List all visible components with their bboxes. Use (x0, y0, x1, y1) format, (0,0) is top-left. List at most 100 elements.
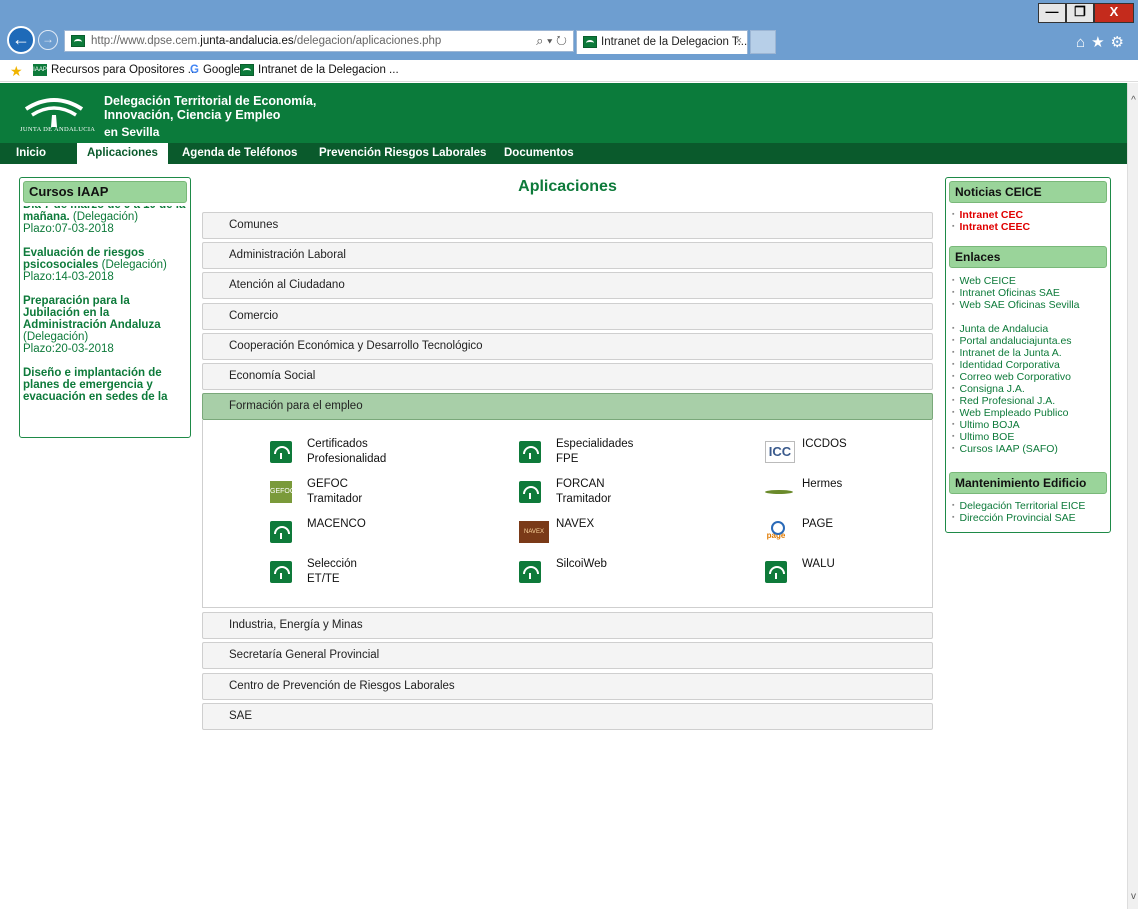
enlace-link[interactable]: Intranet Oficinas SAE (952, 287, 1108, 299)
app-seleccion[interactable]: Selección ET/TE (270, 557, 490, 593)
junta-icon (519, 481, 541, 503)
forward-arrow-icon[interactable]: → (38, 30, 58, 50)
app-navex[interactable]: NAVEX NAVEX (519, 517, 739, 553)
site-favicon-icon (71, 35, 85, 47)
google-icon: G (190, 64, 199, 76)
enlaces-list-1: Web CEICE Intranet Oficinas SAE Web SAE … (952, 275, 1108, 311)
course-list: Día 7 de marzo de 9 a 10 de la mañana. (… (23, 206, 187, 437)
tab-close-icon[interactable]: × (736, 35, 742, 47)
enlace-link[interactable]: Web Empleado Publico (952, 407, 1108, 419)
enlaces-list-2: Junta de Andalucia Portal andaluciajunta… (952, 323, 1108, 455)
favorites-star-icon[interactable]: ★ (10, 63, 23, 80)
tab-favicon-icon (583, 36, 597, 48)
favorites-bar: ★ IAAP Recursos para Opositores ... G Goog… (0, 60, 1138, 82)
enlace-link[interactable]: Consigna J.A. (952, 383, 1108, 395)
minimize-button[interactable]: — (1038, 3, 1066, 23)
cursos-panel: Cursos IAAP Día 7 de marzo de 9 a 10 de … (19, 177, 191, 438)
junta-icon (270, 441, 292, 463)
junta-icon (240, 64, 254, 76)
cursos-title: Cursos IAAP (23, 181, 187, 203)
junta-icon (270, 521, 292, 543)
home-star-gear-icons[interactable]: ⌂★⚙ (1076, 33, 1130, 51)
address-url[interactable]: http://www.dpse.cem.junta-andalucia.es/d… (91, 35, 441, 47)
junta-icon (519, 441, 541, 463)
close-window-button[interactable]: X (1094, 3, 1134, 23)
section-economia-social[interactable]: Economía Social (202, 363, 933, 390)
formacion-apps-panel: Certificados Profesionalidad Especialidad… (202, 420, 933, 608)
noticia-link[interactable]: Intranet CEEC (952, 221, 1108, 233)
site-title: Delegación Territorial de Economía, Inno… (104, 94, 317, 122)
section-secretaria[interactable]: Secretaría General Provincial (202, 642, 933, 669)
enlace-link[interactable]: Cursos IAAP (SAFO) (952, 443, 1108, 455)
section-comercio[interactable]: Comercio (202, 303, 933, 330)
enlace-link[interactable]: Red Profesional J.A. (952, 395, 1108, 407)
right-sidebar: Noticias CEICE Intranet CEC Intranet CEE… (945, 177, 1111, 533)
junta-icon (519, 561, 541, 583)
nav-aplicaciones[interactable]: Aplicaciones (77, 143, 168, 164)
favorite-link-recursos[interactable]: IAAP Recursos para Opositores ... (33, 64, 197, 76)
tab-title: Intranet de la Delegacion T... (601, 36, 748, 48)
enlaces-title: Enlaces (949, 246, 1107, 268)
course-item[interactable]: Diseño e implantación de planes de emerg… (23, 367, 187, 403)
icc-icon: ICC (765, 441, 795, 463)
section-sae[interactable]: SAE (202, 703, 933, 730)
app-walu[interactable]: WALU (765, 557, 985, 593)
mantenimiento-title: Mantenimiento Edificio (949, 472, 1107, 494)
junta-icon (270, 561, 292, 583)
app-especialidades[interactable]: Especialidades FPE (519, 437, 739, 473)
window-controls: — ❐ X (1038, 3, 1134, 23)
site-header: JUNTA DE ANDALUCIA Delegación Territoria… (0, 83, 1127, 143)
section-comunes[interactable]: Comunes (202, 212, 933, 239)
app-forcan[interactable]: FORCAN Tramitador (519, 477, 739, 513)
scroll-up-icon[interactable]: ^ (1128, 95, 1138, 106)
site-subtitle: en Sevilla (104, 125, 160, 139)
mantenimiento-link[interactable]: Dirección Provincial SAE (952, 512, 1108, 524)
enlace-link[interactable]: Web CEICE (952, 275, 1108, 287)
main-nav: Inicio Aplicaciones Agenda de Teléfonos … (0, 143, 1127, 164)
navex-icon: NAVEX (519, 521, 549, 543)
nav-prevencion[interactable]: Prevención Riesgos Laborales (309, 143, 496, 164)
page-title: Aplicaciones (518, 178, 617, 195)
address-bar[interactable]: http://www.dpse.cem.junta-andalucia.es/d… (64, 30, 574, 52)
new-tab-button[interactable] (750, 30, 776, 54)
app-silcoiweb[interactable]: SilcoiWeb (519, 557, 739, 593)
section-cooperacion[interactable]: Cooperación Económica y Desarrollo Tecno… (202, 333, 933, 360)
favorite-link-google[interactable]: G Google (190, 64, 240, 76)
enlace-link[interactable]: Web SAE Oficinas Sevilla (952, 299, 1108, 311)
course-item[interactable]: Día 7 de marzo de 9 a 10 de la mañana. (… (23, 206, 187, 235)
enlace-link[interactable]: Intranet de la Junta A. (952, 347, 1108, 359)
restore-button[interactable]: ❐ (1066, 3, 1094, 23)
gefoc-icon: GEFOC (270, 481, 295, 503)
nav-documentos[interactable]: Documentos (494, 143, 584, 164)
mantenimiento-link[interactable]: Delegación Territorial EICE (952, 500, 1108, 512)
course-item[interactable]: Preparación para la Jubilación en la Adm… (23, 295, 187, 355)
enlace-link[interactable]: Ultimo BOJA (952, 419, 1108, 431)
browser-tab[interactable]: Intranet de la Delegacion T... × (576, 30, 748, 54)
search-refresh-icon[interactable]: ⌕ ▾ ↻ (536, 33, 567, 49)
section-administracion-laboral[interactable]: Administración Laboral (202, 242, 933, 269)
logo-caption: JUNTA DE ANDALUCIA (20, 126, 96, 133)
noticia-link[interactable]: Intranet CEC (952, 209, 1108, 221)
junta-icon (765, 561, 787, 583)
nav-agenda[interactable]: Agenda de Teléfonos (172, 143, 307, 164)
back-arrow-icon[interactable]: ← (7, 26, 35, 54)
enlace-link[interactable]: Identidad Corporativa (952, 359, 1108, 371)
course-item[interactable]: Evaluación de riesgos psicosociales (Del… (23, 247, 187, 283)
section-industria[interactable]: Industria, Energía y Minas (202, 612, 933, 639)
app-macenco[interactable]: MACENCO (270, 517, 490, 553)
page-scrollbar[interactable]: ^ v (1127, 83, 1138, 909)
nav-inicio[interactable]: Inicio (6, 143, 56, 164)
section-centro-prevencion[interactable]: Centro de Prevención de Riesgos Laborale… (202, 673, 933, 700)
app-gefoc[interactable]: GEFOC GEFOC Tramitador (270, 477, 490, 513)
section-atencion-ciudadano[interactable]: Atención al Ciudadano (202, 272, 933, 299)
enlace-link[interactable]: Junta de Andalucia (952, 323, 1108, 335)
section-formacion-empleo[interactable]: Formación para el empleo (202, 393, 933, 420)
noticias-title: Noticias CEICE (949, 181, 1107, 203)
favorite-link-intranet[interactable]: Intranet de la Delegacion ... (240, 64, 399, 76)
enlace-link[interactable]: Portal andaluciajunta.es (952, 335, 1108, 347)
app-certificados[interactable]: Certificados Profesionalidad (270, 437, 490, 473)
scroll-down-icon[interactable]: v (1128, 891, 1138, 902)
enlace-link[interactable]: Ultimo BOE (952, 431, 1108, 443)
page-icon: page (765, 521, 787, 543)
enlace-link[interactable]: Correo web Corporativo (952, 371, 1108, 383)
